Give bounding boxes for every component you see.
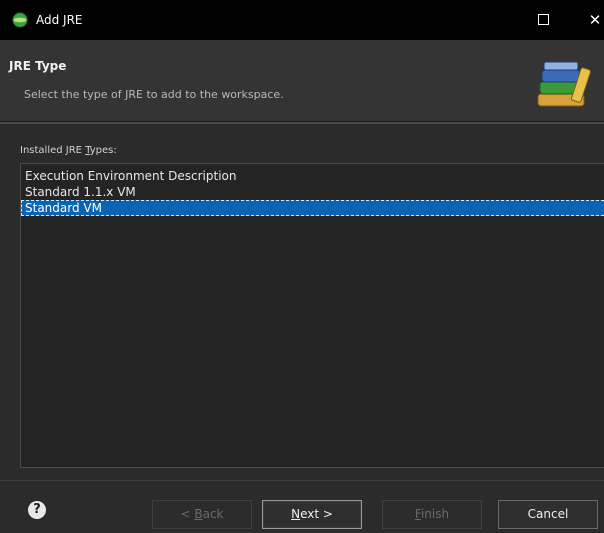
next-button[interactable]: Next >: [262, 500, 362, 529]
help-icon[interactable]: ?: [28, 501, 46, 519]
back-button[interactable]: < Back: [152, 500, 252, 529]
title-bar: Add JRE ✕: [0, 0, 604, 40]
list-item-selected[interactable]: Standard VM: [21, 200, 604, 216]
installed-types-label: Installed JRE Types:: [20, 145, 117, 156]
page-description: Select the type of JRE to add to the wor…: [24, 88, 284, 101]
wizard-header: JRE Type Select the type of JRE to add t…: [0, 40, 604, 122]
page-title: JRE Type: [9, 59, 67, 73]
footer-separator: [0, 480, 604, 481]
eclipse-icon: [12, 12, 28, 28]
list-item[interactable]: Execution Environment Description: [21, 168, 604, 184]
jre-types-list[interactable]: Execution Environment Description Standa…: [20, 163, 604, 468]
cancel-button[interactable]: Cancel: [498, 500, 598, 529]
finish-button[interactable]: Finish: [382, 500, 482, 529]
close-button[interactable]: ✕: [585, 10, 604, 30]
header-separator: [0, 122, 604, 124]
list-item[interactable]: Standard 1.1.x VM: [21, 184, 604, 200]
window-title: Add JRE: [36, 13, 83, 27]
maximize-icon: [537, 14, 549, 25]
maximize-button[interactable]: [533, 10, 553, 30]
jre-books-icon: [537, 61, 591, 107]
